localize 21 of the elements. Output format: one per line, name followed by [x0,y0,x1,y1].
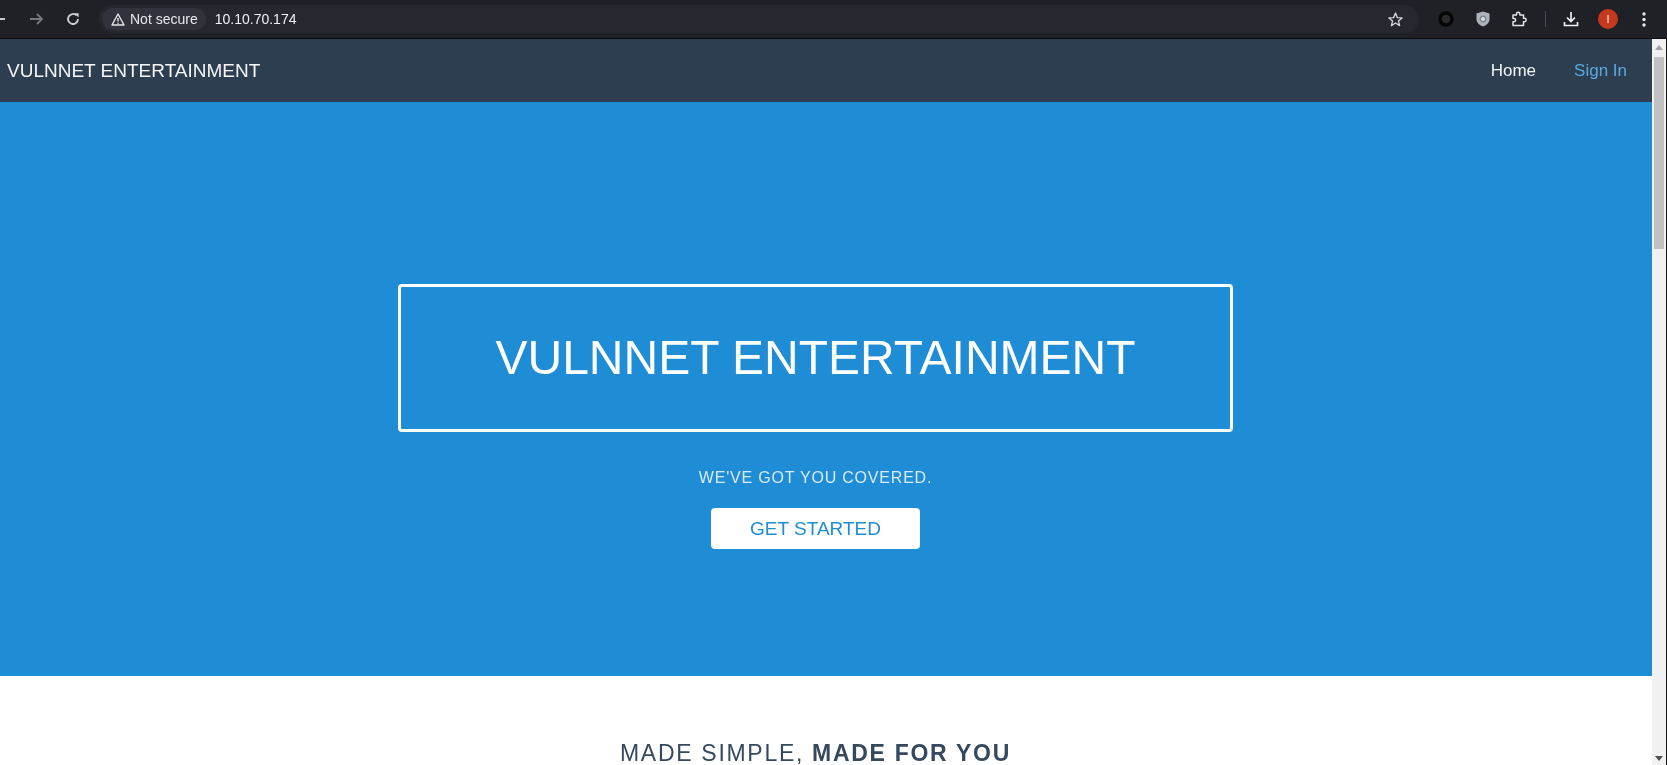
url-text: 10.10.70.174 [214,11,297,27]
hero-title: VULNNET ENTERTAINMENT [495,330,1136,386]
warning-icon [111,12,125,26]
profile-avatar[interactable]: I [1598,9,1618,29]
scrollbar-thumb[interactable] [1654,57,1664,249]
scrollbar[interactable] [1652,39,1667,765]
download-icon[interactable] [1563,11,1579,27]
hero-tagline: WE'VE GOT YOU COVERED. [698,468,933,488]
address-bar[interactable]: Not secure 10.10.70.174 [99,5,1419,33]
puzzle-piece-icon[interactable] [1511,11,1527,27]
bookmark-star-icon[interactable] [1388,11,1403,27]
nav-link[interactable]: Sign In [1574,60,1627,81]
shield-icon[interactable] [1476,11,1490,27]
get-started-button[interactable]: GET STARTED [711,508,920,549]
reload-icon[interactable] [66,12,80,26]
brand-title[interactable]: VULNNET ENTERTAINMENT [7,59,261,82]
menu-icon[interactable] [1642,11,1646,27]
nav-link[interactable]: Home [1490,60,1537,81]
scroll-down-arrow-icon[interactable] [1655,756,1663,761]
section-heading: MADE SIMPLE, MADE FOR YOU [620,741,1011,765]
security-chip[interactable]: Not secure [102,8,206,30]
